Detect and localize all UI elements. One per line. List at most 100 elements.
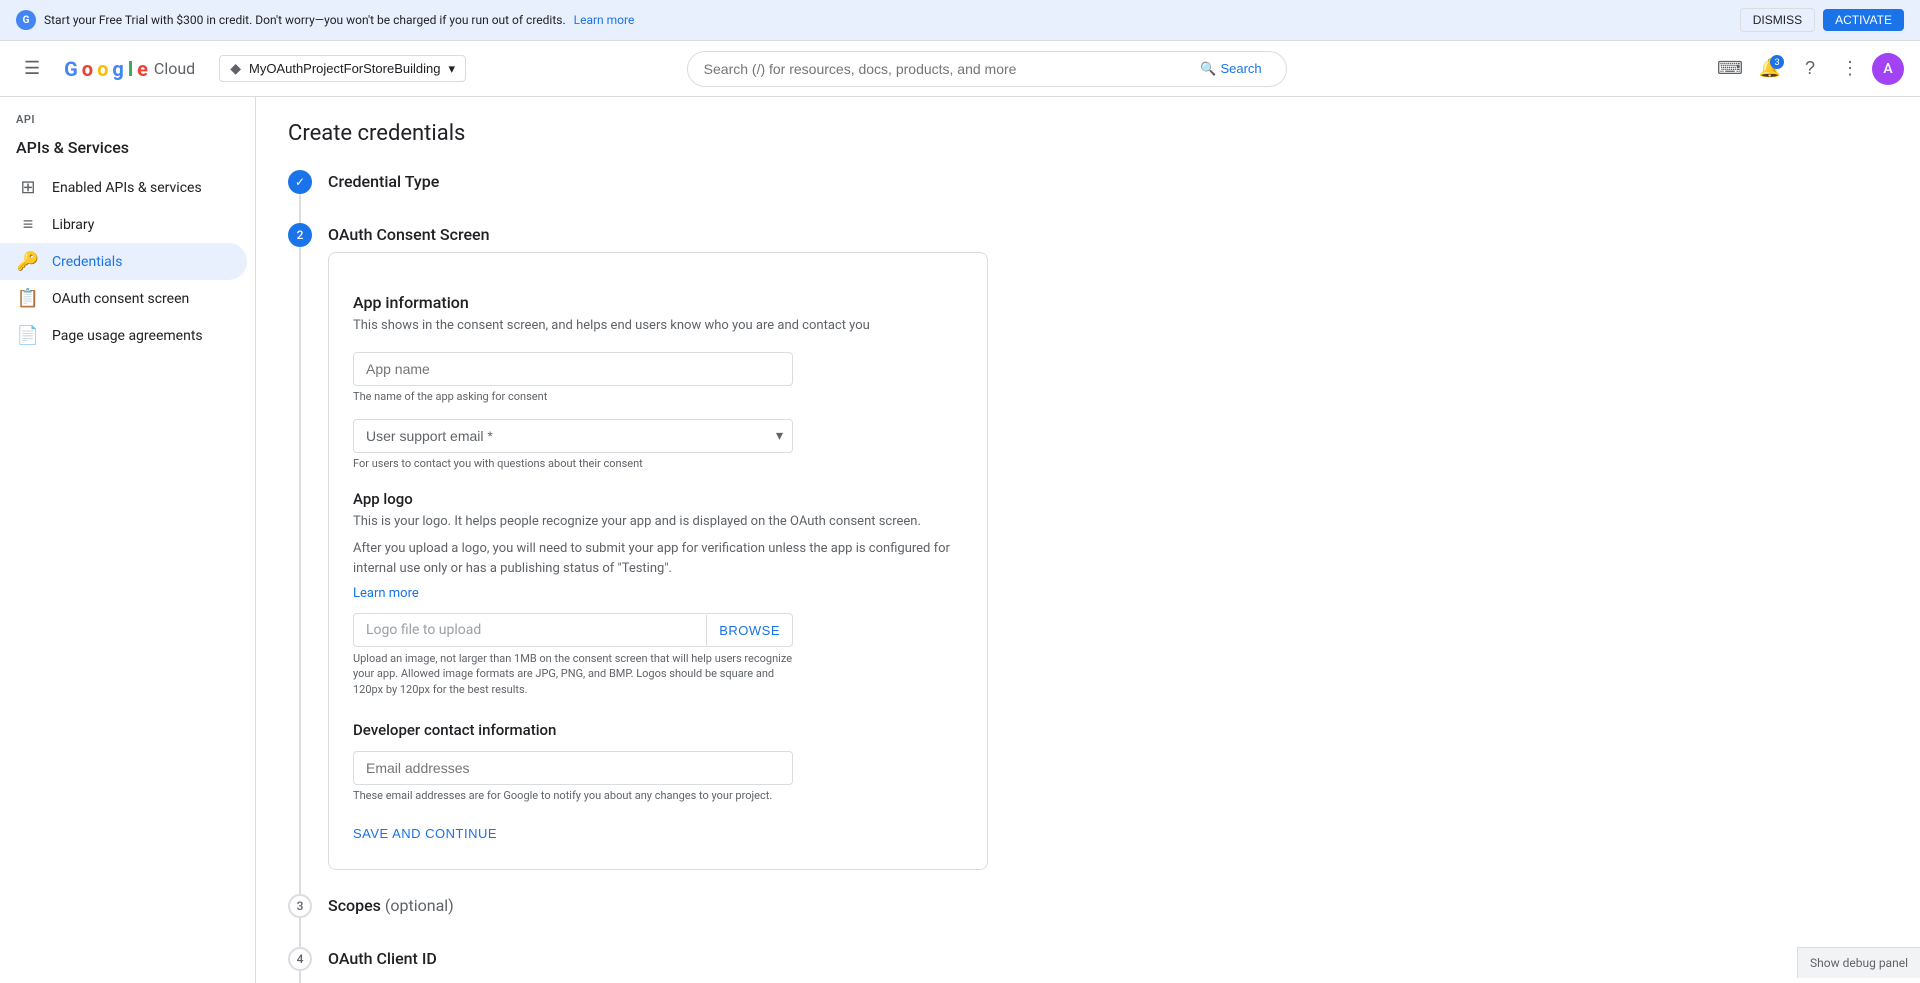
save-and-continue-button[interactable]: SAVE AND CONTINUE [353, 818, 497, 849]
search-icon: 🔍 [1200, 61, 1216, 77]
sidebar-item-label: OAuth consent screen [52, 291, 189, 307]
step-4-line [299, 971, 301, 983]
sidebar-api-label: API [16, 113, 35, 126]
notifications-button[interactable]: 🔔 3 [1752, 51, 1788, 87]
logo-cloud-text: Cloud [154, 59, 195, 78]
sidebar-header: API [0, 97, 255, 134]
project-selector[interactable]: ◆ MyOAuthProjectForStoreBuilding ▾ [219, 55, 466, 82]
search-button[interactable]: 🔍 Search [1192, 57, 1269, 81]
logo-letter-l: l [128, 57, 133, 81]
email-field: These email addresses are for Google to … [353, 751, 963, 802]
project-name: MyOAuthProjectForStoreBuilding [249, 61, 440, 76]
app-logo-title: App logo [353, 490, 963, 508]
file-upload: Logo file to upload BROWSE [353, 613, 793, 647]
step-3: 3 Scopes (optional) [288, 894, 988, 947]
app-info-section: App information This shows in the consen… [353, 293, 963, 470]
step-3-circle: 3 [288, 894, 312, 918]
dev-contact-section: Developer contact information These emai… [353, 721, 963, 802]
logo[interactable]: Google Cloud [64, 57, 195, 81]
credentials-icon: 🔑 [16, 251, 40, 272]
app-logo-desc1: This is your logo. It helps people recog… [353, 512, 963, 532]
header: ☰ Google Cloud ◆ MyOAuthProjectForStoreB… [0, 41, 1920, 97]
step-3-label: Scopes [328, 896, 381, 915]
sidebar-item-label: Page usage agreements [52, 328, 203, 344]
chevron-down-icon: ▾ [448, 61, 455, 77]
debug-panel[interactable]: Show debug panel [1797, 947, 1920, 978]
step-2-line [299, 247, 301, 894]
sidebar-service-title: APIs & Services [0, 134, 255, 169]
search-label: Search [1220, 61, 1261, 76]
app-name-helper: The name of the app asking for consent [353, 390, 963, 403]
app-logo-desc2: After you upload a logo, you will need t… [353, 539, 963, 578]
avatar[interactable]: A [1872, 53, 1904, 85]
file-upload-text: Logo file to upload [354, 614, 706, 646]
user-support-helper: For users to contact you with questions … [353, 457, 963, 470]
search-bar: 🔍 Search [687, 51, 1287, 87]
top-banner: G Start your Free Trial with $300 in cre… [0, 0, 1920, 41]
sidebar-item-label: Library [52, 217, 94, 233]
grid-icon: ⊞ [16, 177, 40, 198]
oauth-icon: 📋 [16, 288, 40, 309]
step-2-content: OAuth Consent Screen App information Thi… [328, 223, 988, 894]
logo-letter-g2: g [112, 57, 123, 81]
step-2-title: OAuth Consent Screen [328, 223, 988, 244]
step-2-indicator: 2 [288, 223, 312, 894]
dismiss-button[interactable]: DISMISS [1740, 8, 1815, 32]
step-1-content: Credential Type [328, 170, 988, 223]
notification-badge: 3 [1770, 55, 1784, 69]
banner-text: Start your Free Trial with $300 in credi… [44, 13, 566, 27]
sidebar-item-label: Credentials [52, 254, 122, 270]
app-name-input[interactable] [353, 352, 793, 386]
step-1-indicator: ✓ [288, 170, 312, 223]
step-3-title: Scopes (optional) [328, 894, 988, 915]
help-button[interactable]: ? [1792, 51, 1828, 87]
dev-contact-title: Developer contact information [353, 721, 963, 739]
sidebar-item-enabled-apis[interactable]: ⊞ Enabled APIs & services [0, 169, 247, 206]
email-input[interactable] [353, 751, 793, 785]
step-3-indicator: 3 [288, 894, 312, 947]
step-2-circle: 2 [288, 223, 312, 247]
user-support-field: User support email * ▾ For users to cont… [353, 419, 963, 470]
app-name-field: The name of the app asking for consent [353, 352, 963, 403]
settings-button[interactable]: ⋮ [1832, 51, 1868, 87]
app-logo-section: App logo This is your logo. It helps peo… [353, 490, 963, 698]
user-support-select-wrapper: User support email * ▾ [353, 419, 793, 453]
step-3-content: Scopes (optional) [328, 894, 988, 947]
app-logo-learn-more[interactable]: Learn more [353, 586, 419, 601]
header-actions: ⌨ 🔔 3 ? ⋮ A [1712, 51, 1904, 87]
project-icon: ◆ [230, 60, 241, 77]
sidebar-item-library[interactable]: ≡ Library [0, 206, 247, 243]
app-body: API APIs & Services ⊞ Enabled APIs & ser… [0, 97, 1920, 983]
browse-button[interactable]: BROWSE [706, 615, 792, 646]
step-3-line [299, 918, 301, 947]
banner-actions: DISMISS ACTIVATE [1740, 8, 1904, 32]
banner-content: G Start your Free Trial with $300 in cre… [16, 10, 634, 30]
main-content: Create credentials ✓ Credential Type 2 [256, 97, 1920, 983]
logo-letter-e: e [137, 57, 148, 81]
user-support-select[interactable]: User support email * [353, 419, 793, 453]
file-note: Upload an image, not larger than 1MB on … [353, 651, 793, 697]
logo-upload-area: Logo file to upload BROWSE Upload an ima… [353, 613, 963, 697]
step-4-title: OAuth Client ID [328, 947, 988, 968]
sidebar-item-oauth-consent[interactable]: 📋 OAuth consent screen [0, 280, 247, 317]
step-2-section: App information This shows in the consen… [328, 252, 988, 870]
page-usage-icon: 📄 [16, 325, 40, 346]
step-1-line [299, 194, 301, 223]
page-title: Create credentials [288, 121, 1888, 146]
app-info-desc: This shows in the consent screen, and he… [353, 316, 963, 336]
step-3-optional: (optional) [385, 896, 454, 915]
search-input[interactable] [704, 61, 1193, 77]
library-icon: ≡ [16, 214, 40, 235]
step-2: 2 OAuth Consent Screen App information T… [288, 223, 988, 894]
step-1: ✓ Credential Type [288, 170, 988, 223]
hamburger-menu[interactable]: ☰ [16, 50, 48, 87]
logo-letter-o1: o [82, 57, 93, 81]
sidebar-item-credentials[interactable]: 🔑 Credentials [0, 243, 247, 280]
step-4-circle: 4 [288, 947, 312, 971]
sidebar-item-page-usage[interactable]: 📄 Page usage agreements [0, 317, 247, 354]
banner-learn-more[interactable]: Learn more [574, 13, 635, 27]
console-icon-button[interactable]: ⌨ [1712, 51, 1748, 87]
sidebar-item-label: Enabled APIs & services [52, 180, 202, 196]
sidebar: API APIs & Services ⊞ Enabled APIs & ser… [0, 97, 256, 983]
activate-button[interactable]: ACTIVATE [1823, 9, 1904, 31]
